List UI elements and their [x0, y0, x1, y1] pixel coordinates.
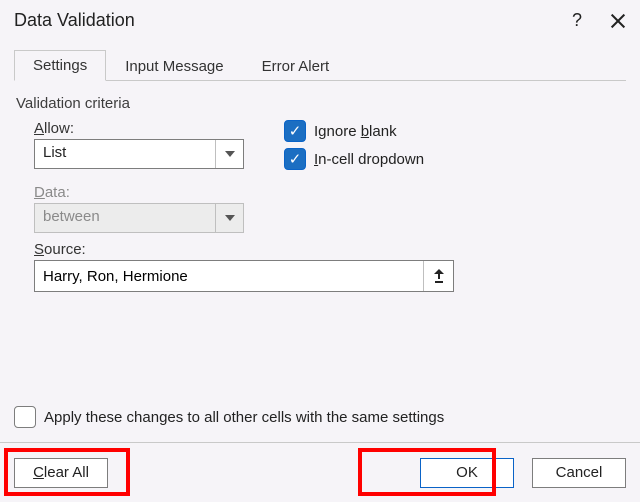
check-icon: ✓ [289, 124, 302, 139]
dialog-footer: Clear All OK Cancel [0, 442, 640, 502]
allow-combo[interactable]: List [34, 139, 244, 169]
ignore-blank-row[interactable]: ✓ Ignore blank [284, 120, 424, 142]
incell-dropdown-checkbox[interactable]: ✓ [284, 148, 306, 170]
apply-changes-checkbox[interactable]: ✓ [14, 406, 36, 428]
source-input[interactable] [35, 261, 423, 291]
tab-error-alert[interactable]: Error Alert [243, 51, 349, 81]
ignore-blank-checkbox[interactable]: ✓ [284, 120, 306, 142]
apply-changes-row[interactable]: ✓ Apply these changes to all other cells… [14, 406, 444, 428]
data-value: between [35, 204, 215, 232]
data-dropdown-button [215, 204, 243, 232]
ok-button[interactable]: OK [420, 458, 514, 488]
ignore-blank-label: Ignore blank [314, 123, 397, 140]
chevron-down-icon [225, 215, 235, 221]
incell-dropdown-label: In-cell dropdown [314, 151, 424, 168]
range-select-button[interactable] [423, 261, 453, 291]
allow-dropdown-button[interactable] [215, 140, 243, 168]
help-icon[interactable]: ? [572, 10, 582, 31]
chevron-down-icon [225, 151, 235, 157]
tabstrip: Settings Input Message Error Alert [14, 49, 626, 81]
incell-dropdown-row[interactable]: ✓ In-cell dropdown [284, 148, 424, 170]
apply-changes-label: Apply these changes to all other cells w… [44, 409, 444, 426]
dialog-title: Data Validation [14, 10, 135, 31]
clear-all-button[interactable]: Clear All [14, 458, 108, 488]
cancel-button[interactable]: Cancel [532, 458, 626, 488]
data-label: Data: [34, 184, 264, 201]
titlebar: Data Validation ? [0, 0, 640, 37]
tab-settings[interactable]: Settings [14, 50, 106, 81]
check-icon: ✓ [289, 152, 302, 167]
validation-criteria-label: Validation criteria [16, 95, 626, 112]
range-select-icon [432, 269, 446, 283]
close-icon[interactable] [608, 12, 626, 30]
tab-input-message[interactable]: Input Message [106, 51, 242, 81]
allow-label: Allow: [34, 120, 264, 137]
data-combo: between [34, 203, 244, 233]
source-field[interactable] [34, 260, 454, 292]
data-validation-dialog: Data Validation ? Settings Input Message… [0, 0, 640, 502]
allow-value: List [35, 140, 215, 168]
source-label: Source: [34, 241, 616, 258]
